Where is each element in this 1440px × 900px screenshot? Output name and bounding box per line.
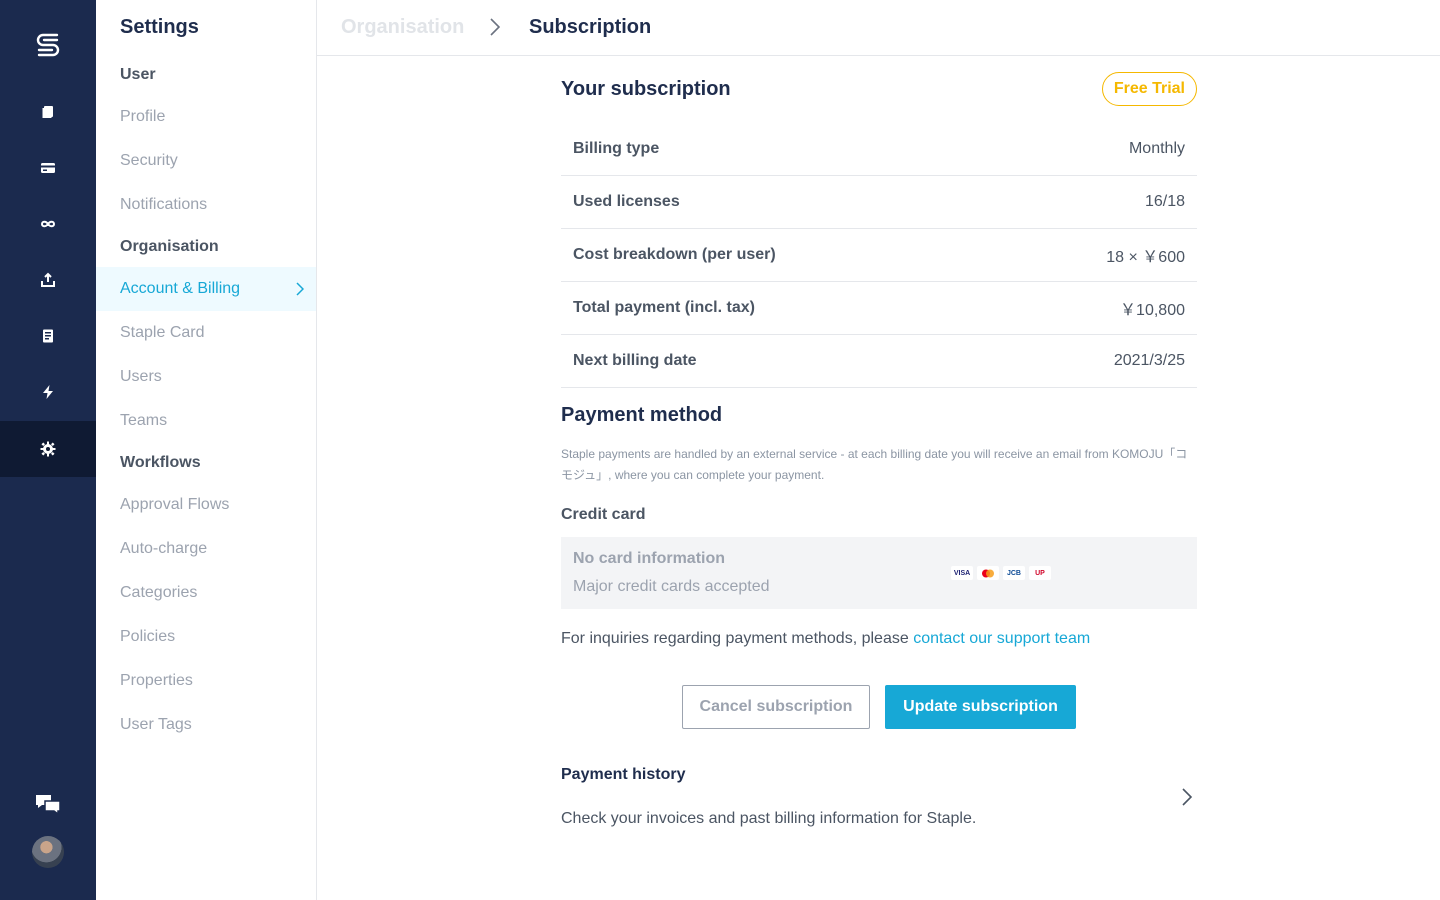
- staple-logo[interactable]: [32, 28, 64, 60]
- sidebar-item-label: Categories: [120, 584, 198, 601]
- chat-icon: [36, 795, 61, 815]
- sidebar-item-notifications[interactable]: Notifications: [96, 183, 316, 227]
- subscription-details: Billing type Monthly Used licenses 16/18…: [561, 123, 1197, 388]
- sidebar-item-auto-charge[interactable]: Auto-charge: [96, 527, 316, 571]
- gear-icon: [40, 441, 56, 457]
- sidebar-title: Settings: [120, 16, 199, 38]
- link-icon: [40, 220, 56, 228]
- no-card-text: No card information: [573, 550, 726, 567]
- breadcrumb-parent[interactable]: Organisation: [341, 16, 464, 39]
- payment-method-title: Payment method: [561, 404, 723, 426]
- detail-row-used-licenses: Used licenses 16/18: [561, 176, 1197, 229]
- card-icon: [41, 163, 55, 173]
- sidebar-item-label: Notifications: [120, 196, 208, 213]
- sidebar-item-approval-flows[interactable]: Approval Flows: [96, 483, 316, 527]
- chevron-right-icon[interactable]: [1181, 788, 1193, 806]
- sidebar-item-label: Policies: [120, 628, 176, 645]
- sidebar-item-teams[interactable]: Teams: [96, 399, 316, 443]
- payment-history-description: Check your invoices and past billing inf…: [561, 810, 977, 827]
- status-badge: Free Trial: [1101, 72, 1197, 106]
- inquiry-text: For inquiries regarding payment methods,…: [561, 630, 1090, 648]
- sidebar-item-users[interactable]: Users: [96, 355, 316, 399]
- detail-value: ￥10,800: [1120, 302, 1185, 319]
- rail-integrations[interactable]: [0, 196, 96, 252]
- payment-method-note: Staple payments are handled by an extern…: [561, 447, 1188, 482]
- update-subscription-button[interactable]: Update subscription: [885, 685, 1076, 729]
- inquiry-prefix: For inquiries regarding payment methods,…: [561, 630, 914, 647]
- support-link[interactable]: contact our support team: [913, 630, 1090, 647]
- sidebar-item-account-billing[interactable]: Account & Billing: [96, 267, 316, 311]
- sidebar-item-label: Users: [120, 368, 162, 385]
- rail-automation[interactable]: [0, 364, 96, 420]
- detail-value: 2021/3/25: [1113, 352, 1185, 369]
- documents-icon: [42, 106, 53, 118]
- rail-export[interactable]: [0, 252, 96, 308]
- sidebar-item-label: User Tags: [120, 716, 192, 733]
- sidebar-item-profile[interactable]: Profile: [96, 95, 316, 139]
- rail-chat[interactable]: [0, 776, 96, 832]
- settings-sidebar: Settings User Profile Security Notificat…: [96, 0, 317, 900]
- sidebar-item-properties[interactable]: Properties: [96, 659, 316, 703]
- subscription-title: Your subscription: [561, 78, 731, 100]
- credit-card-box: No card information Major credit cards a…: [561, 537, 1197, 609]
- credit-card-label: Credit card: [561, 506, 646, 523]
- sidebar-item-label: Auto-charge: [120, 540, 208, 557]
- detail-row-next-billing-date: Next billing date 2021/3/25: [561, 335, 1197, 388]
- detail-value: 16/18: [1144, 193, 1185, 210]
- detail-row-cost-breakdown: Cost breakdown (per user) 18 × ￥600: [561, 229, 1197, 282]
- sidebar-item-label: Staple Card: [120, 324, 205, 341]
- sidebar-item-user-tags[interactable]: User Tags: [96, 703, 316, 747]
- icon-rail: [0, 0, 96, 900]
- accepted-cards-text: Major credit cards accepted: [573, 578, 770, 595]
- detail-row-total-payment: Total payment (incl. tax) ￥10,800: [561, 282, 1197, 335]
- mastercard-icon: [977, 566, 999, 580]
- card-brands: VISA JCB UP: [951, 566, 1051, 580]
- sidebar-item-label: Approval Flows: [120, 496, 230, 513]
- bolt-icon: [43, 385, 53, 399]
- detail-label: Total payment (incl. tax): [573, 299, 755, 316]
- section-organisation: Organisation: [120, 238, 219, 255]
- rail-documents[interactable]: [0, 84, 96, 140]
- rail-settings[interactable]: [0, 421, 96, 477]
- rail-receipts[interactable]: [0, 308, 96, 364]
- detail-label: Used licenses: [573, 193, 680, 210]
- sidebar-item-label: Account & Billing: [120, 280, 241, 297]
- detail-row-billing-type: Billing type Monthly: [561, 123, 1197, 176]
- detail-label: Next billing date: [573, 352, 697, 369]
- sidebar-item-label: Properties: [120, 672, 193, 689]
- visa-icon: VISA: [951, 566, 973, 580]
- chevron-right-icon: [296, 282, 304, 296]
- breadcrumb: Organisation Subscription: [317, 0, 1440, 56]
- chevron-right-icon: [490, 18, 500, 36]
- detail-value: Monthly: [1128, 140, 1185, 157]
- receipt-icon: [43, 329, 53, 343]
- detail-label: Billing type: [573, 140, 660, 157]
- page-title: Subscription: [529, 16, 652, 38]
- sidebar-item-label: Teams: [120, 412, 168, 429]
- section-workflows: Workflows: [120, 454, 201, 471]
- detail-value: 18 × ￥600: [1106, 249, 1185, 266]
- unionpay-icon: UP: [1029, 566, 1051, 580]
- payment-history-title: Payment history: [561, 766, 686, 783]
- sidebar-item-categories[interactable]: Categories: [96, 571, 316, 615]
- sidebar-item-label: Security: [120, 152, 178, 169]
- avatar[interactable]: [32, 836, 64, 868]
- section-user: User: [120, 66, 156, 83]
- detail-label: Cost breakdown (per user): [573, 246, 776, 263]
- sidebar-item-label: Profile: [120, 108, 166, 125]
- sidebar-item-security[interactable]: Security: [96, 139, 316, 183]
- sidebar-item-policies[interactable]: Policies: [96, 615, 316, 659]
- cancel-subscription-button[interactable]: Cancel subscription: [682, 685, 870, 729]
- sidebar-item-staple-card[interactable]: Staple Card: [96, 311, 316, 355]
- jcb-icon: JCB: [1003, 566, 1025, 580]
- rail-cards[interactable]: [0, 140, 96, 196]
- upload-icon: [41, 272, 55, 287]
